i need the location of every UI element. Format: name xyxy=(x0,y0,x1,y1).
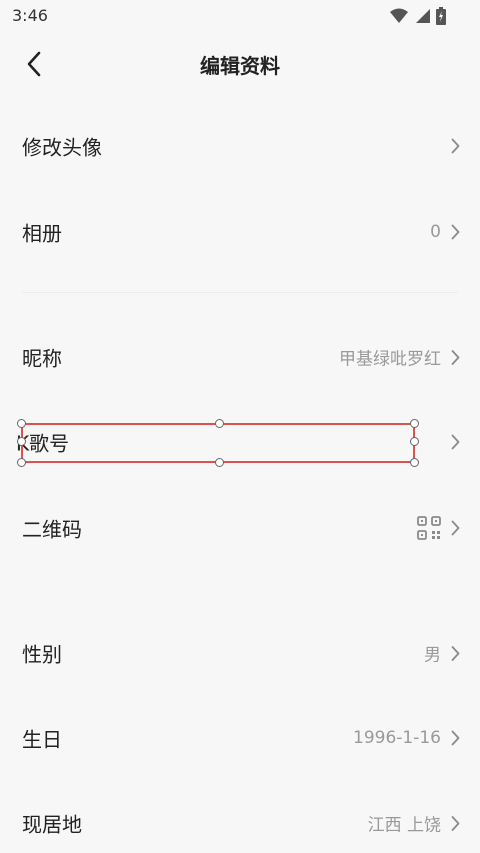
row-right xyxy=(451,434,460,450)
row-label: 昵称 xyxy=(22,346,62,371)
row-change-avatar[interactable]: 修改头像 xyxy=(0,116,480,176)
chevron-right-icon xyxy=(451,224,460,240)
selection-handle[interactable] xyxy=(215,458,224,467)
chevron-right-icon xyxy=(451,645,460,661)
row-gender[interactable]: 性别 男 xyxy=(0,623,480,683)
nav-bar: 编辑资料 xyxy=(0,36,480,92)
status-bar: 3:46 xyxy=(0,0,480,32)
page-title: 编辑资料 xyxy=(200,54,280,78)
gender-value: 男 xyxy=(424,645,441,666)
nickname-value: 甲基绿吡罗红 xyxy=(339,349,441,370)
location-value: 江西 上饶 xyxy=(367,815,441,836)
birthday-value: 1996-1-16 xyxy=(353,728,441,748)
section-divider xyxy=(22,590,458,591)
album-count: 0 xyxy=(430,222,441,242)
selection-handle[interactable] xyxy=(215,419,224,428)
chevron-right-icon xyxy=(451,434,460,450)
row-right: 江西 上饶 xyxy=(368,811,460,836)
chevron-right-icon xyxy=(451,815,460,831)
signal-icon xyxy=(416,9,430,23)
row-right: 1996-1-16 xyxy=(353,728,460,748)
status-icons xyxy=(390,7,446,25)
row-album[interactable]: 相册 0 xyxy=(0,202,480,262)
row-label: 相册 xyxy=(22,221,62,246)
row-right: 甲基绿吡罗红 xyxy=(339,345,460,370)
selection-handle[interactable] xyxy=(17,419,26,428)
row-label: 生日 xyxy=(22,727,62,752)
row-birthday[interactable]: 生日 1996-1-16 xyxy=(0,708,480,768)
row-nickname[interactable]: 昵称 甲基绿吡罗红 xyxy=(0,327,480,387)
selection-handle[interactable] xyxy=(410,458,419,467)
row-right xyxy=(417,516,460,540)
status-time: 3:46 xyxy=(12,6,48,25)
chevron-right-icon xyxy=(451,349,460,365)
row-label: 性别 xyxy=(22,642,62,667)
row-label: 二维码 xyxy=(22,517,82,542)
row-right: 男 xyxy=(424,641,460,666)
selection-handle[interactable] xyxy=(410,437,419,446)
row-right: 0 xyxy=(430,222,460,242)
qr-code-icon xyxy=(417,516,441,540)
selection-box xyxy=(17,419,419,467)
selection-handle[interactable] xyxy=(410,419,419,428)
chevron-right-icon xyxy=(451,138,460,154)
row-location[interactable]: 现居地 江西 上饶 xyxy=(0,793,480,853)
row-label: 现居地 xyxy=(22,812,82,837)
selection-handle[interactable] xyxy=(17,437,26,446)
wifi-icon xyxy=(390,8,408,23)
selection-handle[interactable] xyxy=(17,458,26,467)
chevron-right-icon xyxy=(451,730,460,746)
row-label: 修改头像 xyxy=(22,135,102,160)
row-qr-code[interactable]: 二维码 xyxy=(0,498,480,558)
chevron-right-icon xyxy=(451,520,460,536)
battery-icon xyxy=(436,7,446,25)
row-right xyxy=(451,138,460,154)
section-divider xyxy=(22,292,458,293)
